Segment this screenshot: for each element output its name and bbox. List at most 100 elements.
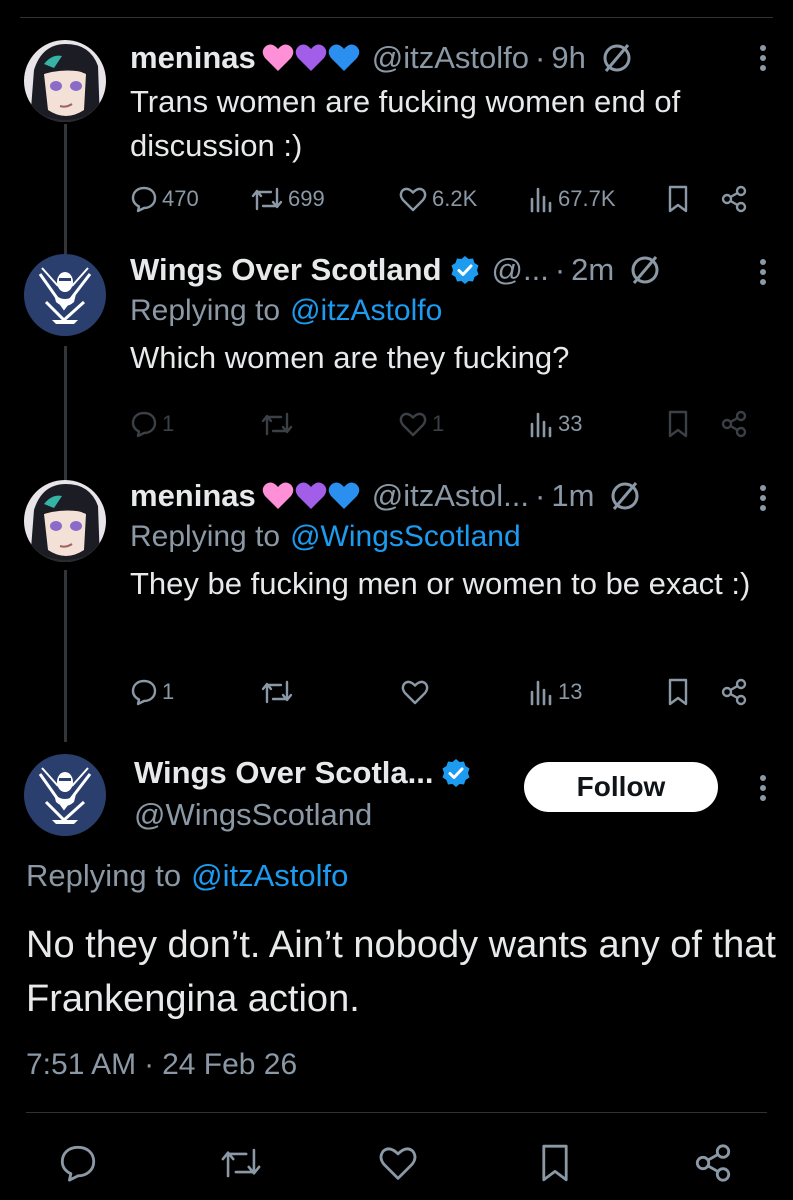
replying-to-link[interactable]: @itzAstolfo — [290, 294, 442, 328]
view-count: 33 — [558, 411, 583, 436]
reply-icon — [131, 186, 157, 213]
author-name[interactable]: Wings Over Scotland — [130, 252, 442, 288]
more-options-icon[interactable] — [757, 252, 769, 292]
top-divider — [20, 17, 773, 18]
like-button[interactable]: 1 — [398, 404, 444, 444]
author-handle[interactable]: @itzAstolfo — [372, 40, 529, 76]
like-button[interactable] — [373, 1138, 423, 1188]
separator-dot: · — [554, 252, 566, 287]
grok-icon[interactable] — [628, 253, 662, 287]
like-button[interactable] — [400, 672, 430, 712]
reply-icon — [131, 411, 157, 438]
pink-heart-icon — [262, 44, 294, 71]
blue-heart-icon — [328, 44, 360, 71]
heart-emojis — [262, 43, 360, 73]
main-tweet-header: Wings Over Scotla... @WingsScotland — [134, 752, 471, 836]
pink-heart-icon — [262, 482, 294, 509]
grok-icon[interactable] — [600, 41, 634, 75]
author-name[interactable]: Wings Over Scotla... — [134, 755, 433, 791]
reply-button[interactable]: 470 — [130, 179, 199, 219]
reply-button[interactable]: 1 — [130, 404, 174, 444]
divider — [26, 1112, 767, 1113]
retweet-button[interactable]: 699 — [250, 179, 325, 219]
retweet-icon — [251, 187, 283, 211]
avatar[interactable] — [24, 480, 106, 562]
replying-to-label: Replying to — [130, 294, 281, 327]
replying-to-link[interactable]: @WingsScotland — [290, 520, 521, 554]
tweet[interactable]: meninas @itzAstolfo · 9h Trans women are… — [0, 38, 793, 228]
share-button[interactable] — [720, 179, 748, 219]
tweet[interactable]: meninas @itzAstol... · 1m Replying to @W… — [0, 476, 793, 726]
author-name[interactable]: meninas — [130, 478, 256, 514]
tweet-text: Trans women are fucking women end of dis… — [130, 84, 681, 163]
tweet-timestamp[interactable]: 7:51 AM · 24 Feb 26 — [26, 1048, 297, 1082]
bookmark-icon — [542, 1144, 568, 1182]
tweet-date: 24 Feb 26 — [162, 1048, 298, 1081]
replying-to: Replying to @itzAstolfo — [130, 290, 769, 332]
replying-to-label: Replying to — [130, 520, 281, 553]
bookmark-button[interactable] — [530, 1138, 580, 1188]
tweet-time[interactable]: 9h — [551, 40, 585, 76]
main-tweet-text: No they don’t. Ain’t nobody wants any of… — [26, 924, 776, 1020]
author-handle[interactable]: @itzAstol... — [372, 478, 529, 514]
tweet-time[interactable]: 1m — [551, 478, 594, 514]
bookmark-icon — [668, 678, 688, 706]
share-button[interactable] — [720, 672, 748, 712]
views-icon — [530, 187, 552, 213]
views-button[interactable]: 67.7K — [528, 179, 616, 219]
more-options-icon[interactable] — [757, 38, 769, 78]
reply-button[interactable] — [53, 1138, 103, 1188]
share-icon — [721, 678, 747, 706]
more-options-icon[interactable] — [757, 478, 769, 518]
tweet-clock-time: 7:51 AM — [26, 1048, 137, 1081]
share-icon — [721, 410, 747, 438]
like-button[interactable]: 6.2K — [398, 179, 477, 219]
replying-to-label: Replying to — [26, 858, 182, 893]
author-name[interactable]: meninas — [130, 40, 256, 76]
bookmark-button[interactable] — [666, 404, 690, 444]
bookmark-button[interactable] — [666, 672, 690, 712]
tweet[interactable]: Wings Over Scotland @... · 2m Replying t… — [0, 250, 793, 450]
more-options-icon[interactable] — [757, 768, 769, 808]
avatar[interactable] — [24, 754, 106, 836]
author-handle[interactable]: @WingsScotland — [134, 794, 471, 836]
tweet-text: Which women are they fucking? — [130, 340, 570, 375]
like-count: 6.2K — [432, 186, 478, 211]
share-button[interactable] — [720, 404, 748, 444]
replying-to: Replying to @itzAstolfo — [26, 858, 348, 894]
action-bar — [0, 1138, 793, 1188]
share-button[interactable] — [688, 1138, 738, 1188]
view-count: 13 — [558, 679, 583, 704]
purple-heart-icon — [295, 44, 327, 71]
bookmark-icon — [668, 410, 688, 438]
verified-badge-icon — [441, 758, 471, 788]
heart-icon — [399, 187, 427, 212]
replying-to-link[interactable]: @itzAstolfo — [191, 858, 348, 894]
views-button[interactable]: 13 — [528, 672, 582, 712]
like-count: 1 — [432, 411, 445, 436]
heart-emojis — [262, 481, 360, 511]
views-icon — [530, 680, 552, 706]
tweet-text: They be fucking men or women to be exact… — [130, 566, 751, 601]
avatar[interactable] — [24, 40, 106, 122]
reply-button[interactable]: 1 — [130, 672, 174, 712]
retweet-button[interactable] — [260, 404, 294, 444]
author-handle[interactable]: @... — [492, 252, 549, 288]
retweet-icon — [221, 1148, 261, 1178]
reply-icon — [131, 679, 157, 706]
share-icon — [721, 185, 747, 213]
share-icon — [695, 1144, 731, 1182]
purple-heart-icon — [295, 482, 327, 509]
follow-button[interactable]: Follow — [524, 762, 718, 812]
reply-count: 470 — [162, 186, 199, 211]
views-button[interactable]: 33 — [528, 404, 582, 444]
retweet-button[interactable] — [216, 1138, 266, 1188]
views-icon — [530, 412, 552, 438]
grok-icon[interactable] — [608, 479, 642, 513]
reply-count: 1 — [162, 679, 175, 704]
avatar[interactable] — [24, 254, 106, 336]
retweet-button[interactable] — [260, 672, 294, 712]
heart-icon — [379, 1147, 417, 1180]
tweet-time[interactable]: 2m — [571, 252, 614, 288]
bookmark-button[interactable] — [666, 179, 690, 219]
